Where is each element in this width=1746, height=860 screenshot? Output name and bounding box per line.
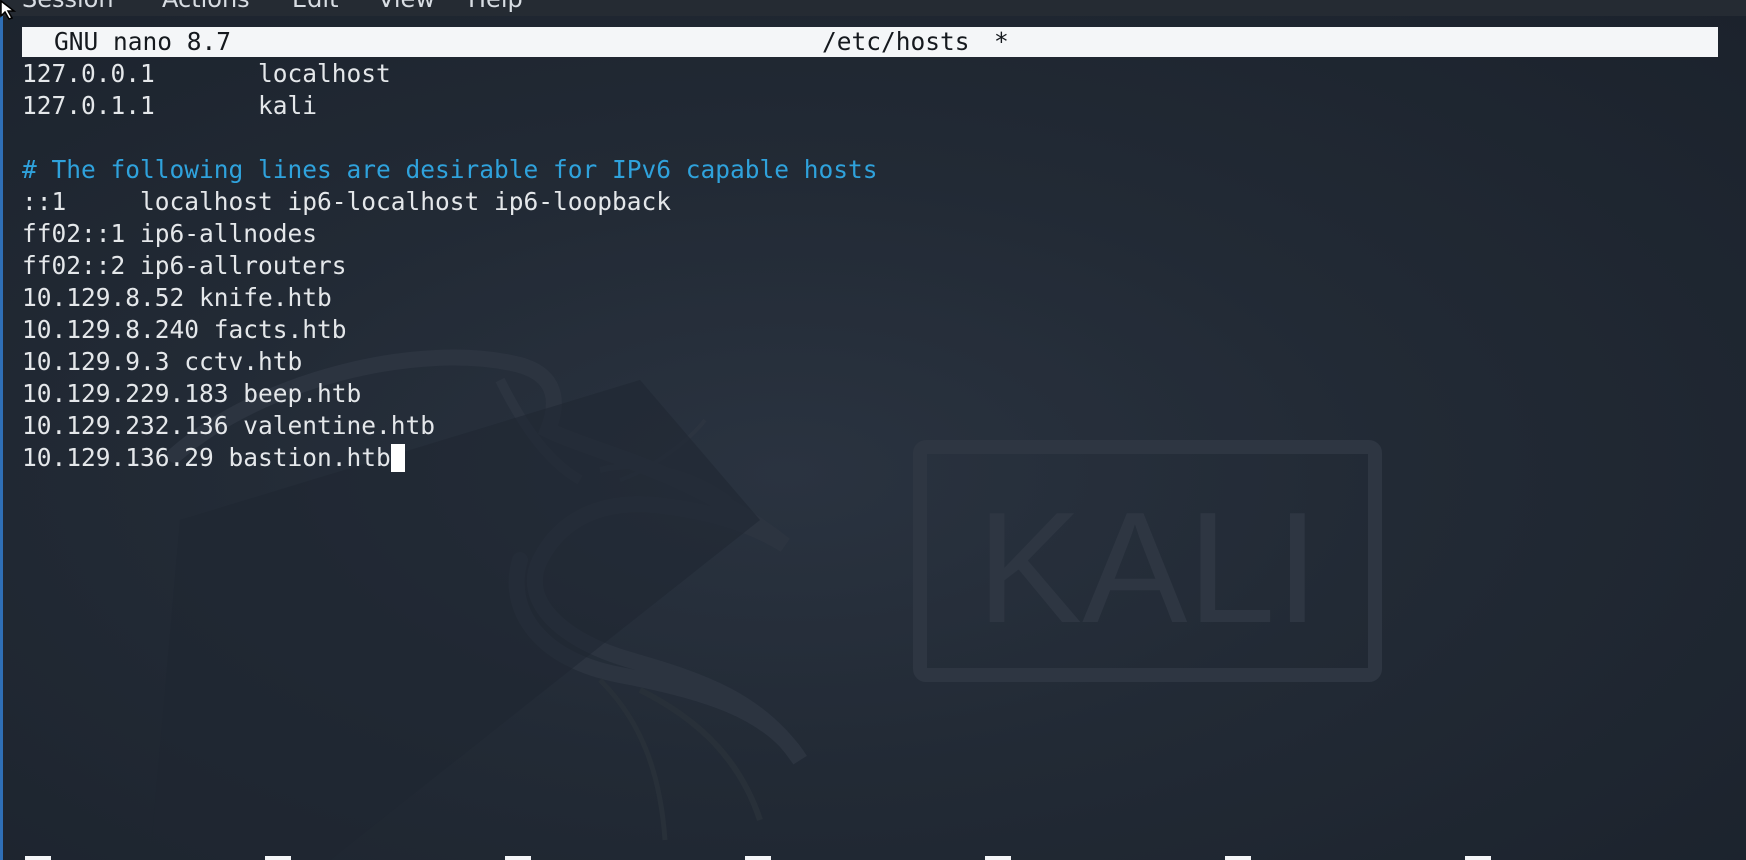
current-line-text: 10.129.136.29 bastion.htb — [22, 443, 391, 472]
current-line[interactable]: 10.129.136.29 bastion.htb — [22, 442, 405, 474]
menu-help[interactable]: Help — [468, 0, 523, 13]
editor-text-area[interactable]: 127.0.0.1 localhost 127.0.1.1 kali # The… — [22, 58, 1718, 838]
menu-view[interactable]: View — [378, 0, 435, 13]
shortcut-key-write-out[interactable] — [265, 856, 291, 860]
shortcut-key-location[interactable] — [1225, 856, 1251, 860]
shortcut-key-undo[interactable] — [1465, 856, 1491, 860]
nano-modified-indicator: * — [994, 27, 1009, 56]
shortcut-key-where-is[interactable] — [505, 856, 531, 860]
comment-line[interactable]: # The following lines are desirable for … — [22, 154, 878, 186]
nano-title-bar: GNU nano 8.7 /etc/hosts * — [22, 27, 1718, 57]
file-line[interactable]: 10.129.8.240 facts.htb — [22, 314, 347, 346]
file-line[interactable]: 10.129.9.3 cctv.htb — [22, 346, 302, 378]
menu-actions[interactable]: Actions — [162, 0, 250, 13]
file-line[interactable]: 127.0.1.1 kali — [22, 90, 317, 122]
file-line[interactable]: ff02::2 ip6-allrouters — [22, 250, 347, 282]
file-line[interactable]: 10.129.8.52 knife.htb — [22, 282, 332, 314]
nano-filename: /etc/hosts — [822, 27, 970, 56]
file-line[interactable]: 10.129.229.183 beep.htb — [22, 378, 361, 410]
file-line[interactable]: 127.0.0.1 localhost — [22, 58, 391, 90]
nano-version-label: GNU nano 8.7 — [54, 27, 232, 56]
menubar: Session Actions Edit View Help — [0, 0, 1746, 16]
shortcut-key-help[interactable] — [25, 856, 51, 860]
file-line[interactable]: 10.129.232.136 valentine.htb — [22, 410, 435, 442]
shortcut-key-cut[interactable] — [745, 856, 771, 860]
shortcut-key-execute[interactable] — [985, 856, 1011, 860]
terminal-window: KALI Session Actions Edit View Help GNU … — [0, 0, 1746, 860]
menu-edit[interactable]: Edit — [292, 0, 338, 13]
file-line[interactable]: ::1 localhost ip6-localhost ip6-loopback — [22, 186, 671, 218]
window-left-border — [0, 0, 3, 860]
file-line[interactable]: ff02::1 ip6-allnodes — [22, 218, 317, 250]
mouse-pointer-icon — [0, 0, 17, 20]
menu-session[interactable]: Session — [22, 0, 114, 13]
text-cursor — [390, 444, 405, 472]
